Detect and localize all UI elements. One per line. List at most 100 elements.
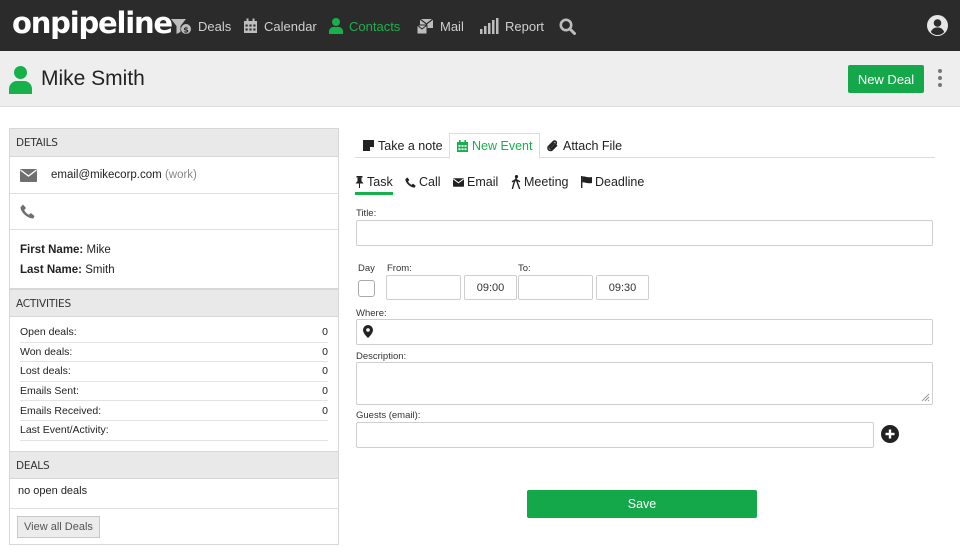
day-label: Day [358,263,375,274]
app-logo[interactable]: onpipeline [12,6,173,40]
user-menu[interactable] [927,15,948,39]
event-type-email[interactable]: Email [453,175,498,189]
walking-person-icon [511,175,521,189]
activities-heading: Activities [10,289,338,317]
from-date-input[interactable] [386,275,461,300]
last-name-value: Smith [85,264,115,276]
note-icon [363,140,374,151]
bar-chart-icon [480,18,499,34]
description-textarea[interactable] [356,362,933,405]
activity-row: Won deals: 0 [20,343,328,363]
to-date-input[interactable] [518,275,593,300]
activity-value: 0 [322,404,328,417]
phone-row [10,194,338,230]
first-name-line: First Name: Mike [20,240,328,260]
email-row: email@mikecorp.com (work) [10,157,338,194]
calendar-icon [244,18,257,33]
pin-icon [355,176,364,188]
resize-grip-icon[interactable] [920,391,930,405]
phone-icon [20,204,35,219]
contact-names: First Name: Mike Last Name: Smith [10,230,338,289]
resize-handle-icon [921,393,930,402]
activity-value: 0 [322,345,328,358]
location-pin-icon [363,325,373,341]
tab-take-a-note-label: Take a note [378,138,443,153]
event-type-task-label: Task [367,175,393,189]
save-button[interactable]: Save [527,490,757,518]
svg-text:$: $ [183,26,189,35]
activity-row: Lost deals: 0 [20,362,328,382]
event-type-deadline[interactable]: Deadline [581,175,644,189]
envelope-icon [453,177,464,187]
tab-take-a-note[interactable]: Take a note [363,133,443,158]
from-label: From: [387,263,412,274]
tab-new-event[interactable]: New Event [449,133,541,159]
nav-search[interactable] [559,14,582,38]
nav-calendar-label: Calendar [264,18,317,34]
email-address[interactable]: email@mikecorp.com [51,169,162,181]
plus-circle-icon [881,425,899,443]
top-navbar: onpipeline $ Deals Calendar Contacts Mai… [0,0,960,51]
nav-mail-label: Mail [440,18,464,34]
guests-email-input[interactable] [356,422,874,448]
event-type-meeting-label: Meeting [524,175,569,189]
activity-label: Last Event/Activity: [20,424,109,437]
paperclip-icon [547,139,558,151]
nav-deals-label: Deals [198,18,232,34]
user-circle-icon [927,15,948,36]
new-deal-button[interactable]: New Deal [848,65,924,93]
contact-details-panel: Details email@mikecorp.com (work) First … [9,128,339,545]
nav-mail[interactable]: Mail [416,14,464,38]
search-icon [559,18,576,35]
event-type-email-label: Email [467,175,499,189]
tab-attach-file[interactable]: Attach File [547,133,622,158]
last-name-line: Last Name: Smith [20,260,328,280]
event-type-deadline-label: Deadline [595,175,645,189]
add-guest-button[interactable] [881,425,899,446]
envelope-icon [20,168,37,182]
deals-funnel-icon: $ [171,19,191,35]
email-text[interactable]: email@mikecorp.com (work) [51,169,197,181]
tab-attach-file-label: Attach File [563,138,623,153]
nav-report[interactable]: Report [480,14,544,38]
contact-header: Mike Smith New Deal [0,51,960,107]
nav-contacts[interactable]: Contacts [329,14,400,38]
more-options-icon[interactable] [933,69,947,89]
page-title: Mike Smith [41,67,145,90]
person-icon [9,66,32,94]
email-type: (work) [164,169,197,181]
calendar-icon [457,140,468,152]
nav-deals[interactable]: $ Deals [170,14,231,38]
phone-icon [405,176,416,188]
view-all-deals-button[interactable]: View all Deals [17,515,100,538]
activity-label: Emails Received: [20,404,102,417]
description-label: Description: [356,351,407,362]
to-label: To: [518,263,531,274]
title-label: Title: [356,208,377,219]
activity-row: Emails Sent: 0 [20,382,328,402]
to-time-input[interactable]: 09:30 [596,275,649,300]
all-day-checkbox[interactable] [358,280,375,297]
tab-new-event-label: New Event [472,139,533,153]
nav-contacts-label: Contacts [349,18,401,34]
nav-calendar[interactable]: Calendar [243,14,317,38]
map-marker-icon [363,325,373,338]
person-icon [329,18,343,34]
activity-label: Won deals: [20,345,73,358]
activity-label: Open deals: [20,326,77,339]
event-type-tabs: Task Call Email Meeting Deadline [355,175,655,195]
details-heading: Details [10,129,338,157]
event-type-call[interactable]: Call [405,175,441,189]
title-input[interactable] [356,220,933,246]
no-deals-text: no open deals [10,479,338,509]
from-time-input[interactable]: 09:00 [464,275,517,300]
activity-value: 0 [322,385,328,398]
event-type-task[interactable]: Task [355,175,393,195]
contact-person-icon [9,66,32,97]
flag-icon [581,176,592,188]
activity-row: Emails Received: 0 [20,401,328,421]
deals-heading: Deals [10,450,338,479]
activity-row: Last Event/Activity: [20,421,328,441]
event-type-meeting[interactable]: Meeting [511,175,568,189]
where-input[interactable] [356,319,933,345]
